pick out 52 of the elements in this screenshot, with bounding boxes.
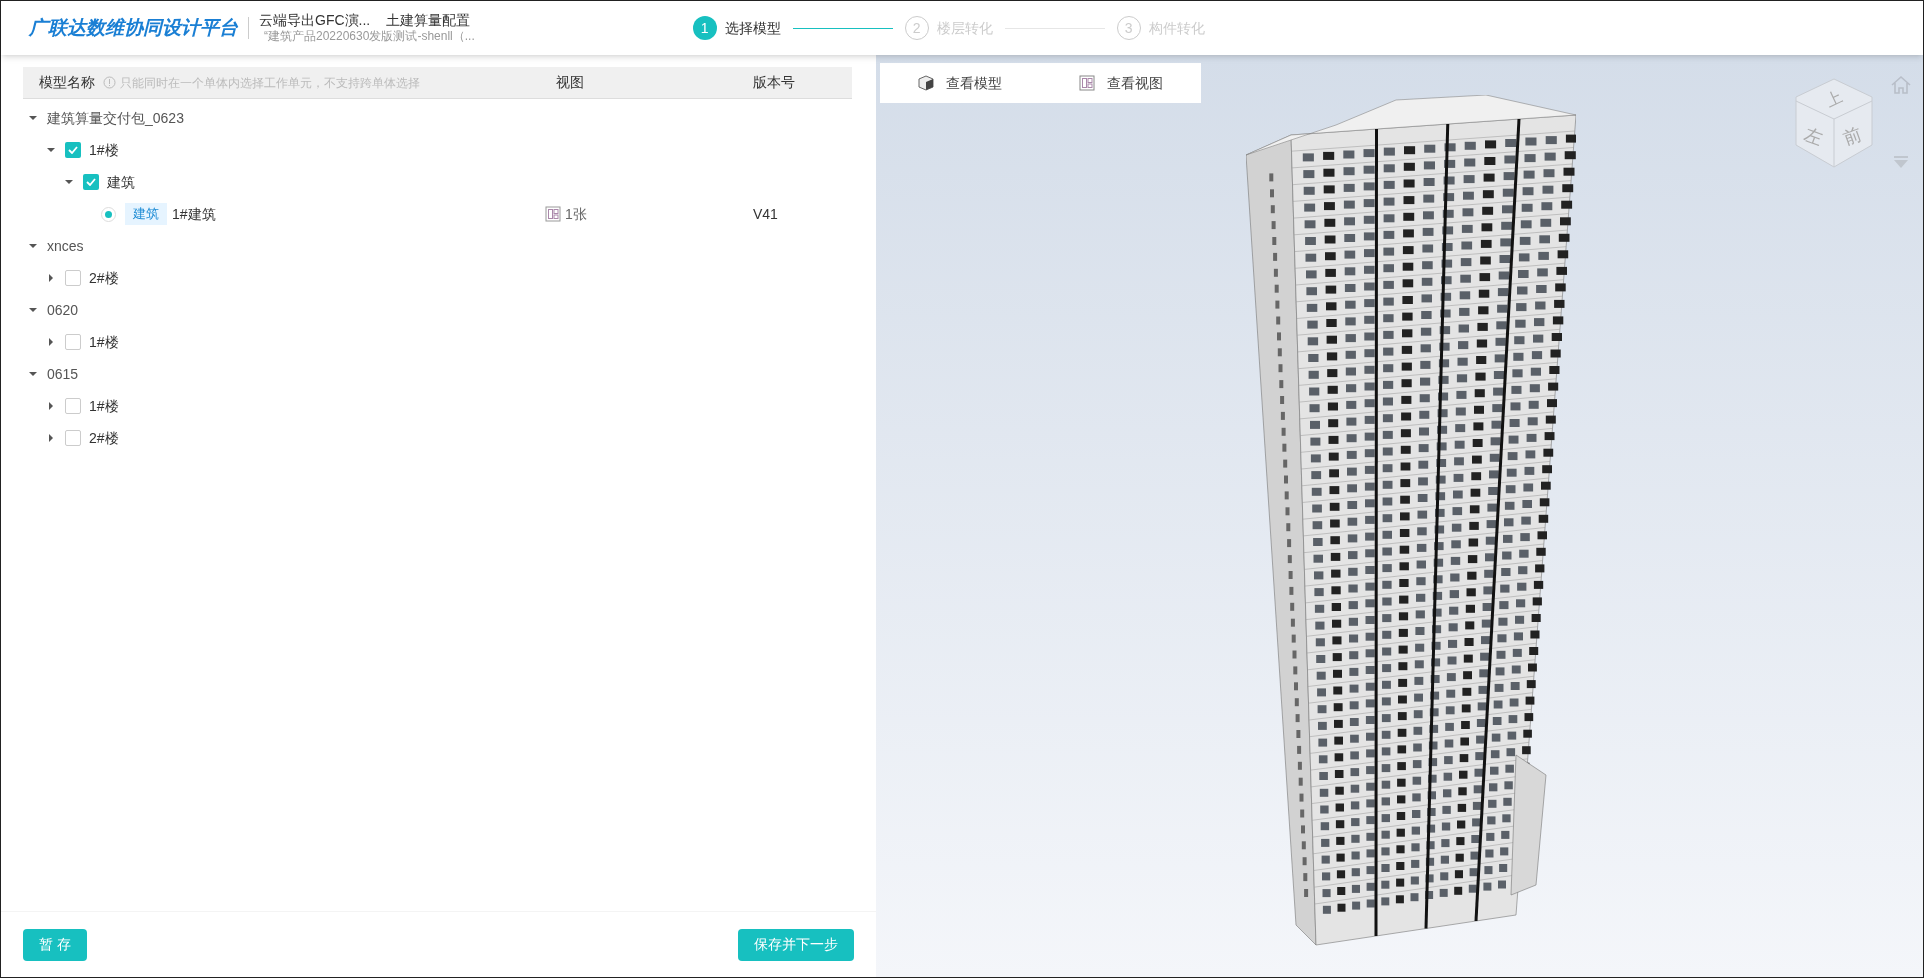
tree-item-label[interactable]: xnces [47,235,84,257]
checkmark-icon [68,146,78,154]
tree-item-label[interactable]: 1#楼 [89,395,119,417]
checkmark-icon [86,178,96,186]
config-title: 土建算量配置 [386,11,471,30]
info-icon [103,76,116,89]
tree-item-label[interactable]: 0615 [47,363,79,385]
tree-item-label[interactable]: 建筑 [107,171,135,193]
caret-icon[interactable] [47,402,55,410]
viewer-tab[interactable]: 查看模型 [880,72,1041,94]
checkbox[interactable] [65,430,81,446]
caret-icon[interactable] [47,274,55,282]
tree-item-label[interactable]: 1#楼 [89,139,119,161]
tree-item-label[interactable]: 1#建筑 [172,203,216,225]
cube-face-label: 左 [1800,122,1827,151]
caret-icon[interactable] [47,338,55,346]
column-header: 视图 [556,74,584,90]
cube-face-label: 上 [1821,86,1846,112]
column-header: 版本号 [753,74,795,90]
tree-item-label[interactable]: 2#楼 [89,427,119,449]
caret-icon[interactable] [29,114,37,122]
viewer-tab[interactable]: 查看视图 [1040,72,1201,94]
platform-logo[interactable]: 广联达数维协同设计平台 [29,13,238,43]
checkbox[interactable] [65,334,81,350]
checkbox[interactable] [65,270,81,286]
caret-icon[interactable] [29,306,37,314]
cube-icon [918,75,935,91]
radio-button[interactable] [101,206,116,222]
caret-icon[interactable] [47,434,55,442]
model-viewer[interactable]: 查看模型 查看视图 上 左 前 [876,55,1923,977]
version-number: V41 [753,205,778,222]
step-label[interactable]: 选择模型 [724,17,781,39]
tree-item-label[interactable]: 建筑算量交付包_0623 [47,107,184,129]
tree-item-label[interactable]: 1#楼 [89,331,119,353]
view-icon [545,206,561,222]
project-subtitle: “建筑产品20220630发版测试-shenll（... [263,29,475,45]
column-header: 模型名称 [39,73,95,92]
tree-item-label[interactable]: 0620 [47,299,79,321]
caret-icon[interactable] [47,146,55,154]
checkbox[interactable] [83,174,99,190]
caret-icon[interactable] [29,370,37,378]
caret-icon[interactable] [29,242,37,250]
checkbox[interactable] [65,142,81,158]
checkbox[interactable] [65,398,81,414]
project-name: 云端导出GFC演... [259,11,371,30]
cube-face-label: 前 [1839,122,1866,151]
view-count: 1张 [565,204,587,224]
view-icon [1078,75,1095,91]
tree-item-label[interactable]: 2#楼 [89,267,119,289]
caret-icon[interactable] [65,178,73,186]
discipline-tag: 建筑 [125,203,167,225]
step-number: 1 [692,16,717,40]
